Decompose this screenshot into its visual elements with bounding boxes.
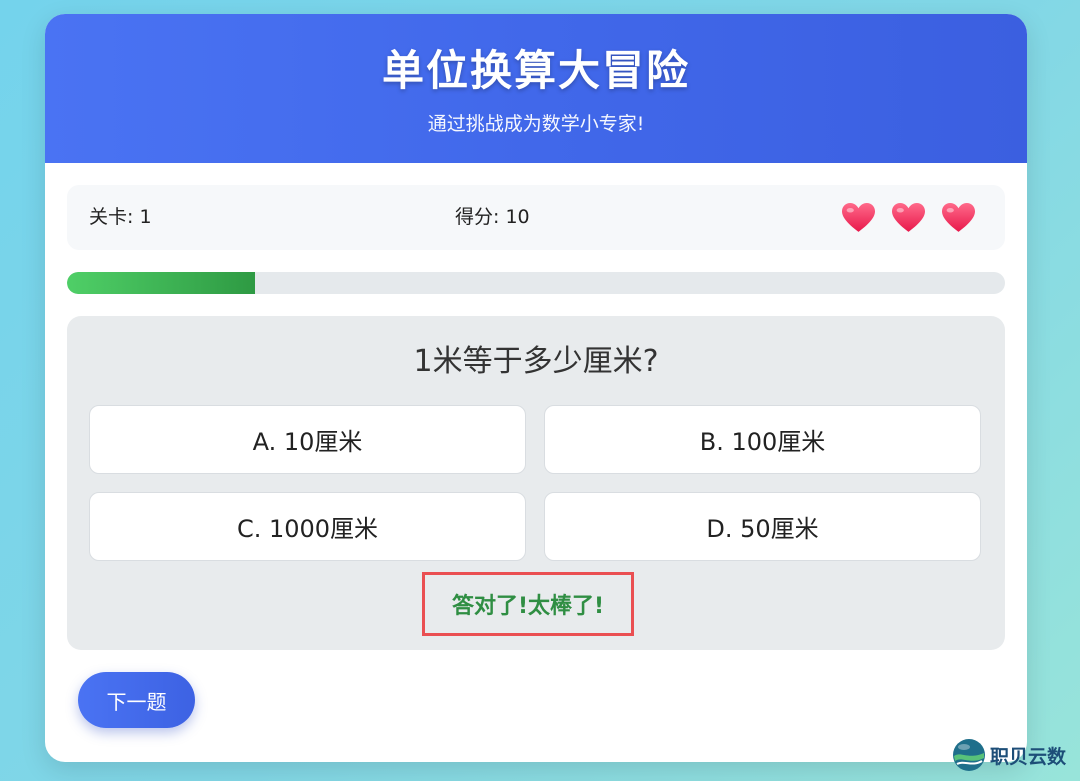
watermark: 职贝云数: [952, 738, 1066, 772]
option-c-button[interactable]: C. 1000厘米: [89, 492, 526, 561]
game-card: 单位换算大冒险 通过挑战成为数学小专家! 关卡: 1 得分: 10 1米等于多少…: [45, 14, 1027, 762]
question-text: 1米等于多少厘米?: [413, 344, 659, 379]
page-title: 单位换算大冒险: [381, 46, 690, 95]
option-b-button[interactable]: B. 100厘米: [544, 405, 981, 474]
next-question-button[interactable]: 下一题: [78, 672, 195, 728]
feedback-message: 答对了!太棒了!: [451, 594, 605, 619]
level-indicator: 关卡: 1: [89, 206, 152, 228]
score-indicator: 得分: 10: [455, 206, 530, 228]
question-panel: 1米等于多少厘米? A. 10厘米 B. 100厘米 C. 1000厘米 D. …: [67, 316, 1005, 650]
header: 单位换算大冒险 通过挑战成为数学小专家!: [45, 14, 1027, 163]
feedback-highlight: 答对了!太棒了!: [422, 572, 634, 636]
page-subtitle: 通过挑战成为数学小专家!: [427, 113, 645, 135]
heart-icon: [842, 203, 875, 232]
globe-logo-icon: [953, 739, 985, 771]
progress-fill: [67, 272, 255, 294]
lives-indicator: [842, 203, 975, 233]
stats-bar: 关卡: 1 得分: 10: [67, 185, 1005, 250]
option-d-button[interactable]: D. 50厘米: [544, 492, 981, 561]
watermark-text: 职贝云数: [990, 745, 1067, 768]
progress-bar: [67, 272, 1005, 294]
heart-icon: [892, 203, 925, 232]
heart-icon: [942, 203, 975, 232]
option-a-button[interactable]: A. 10厘米: [89, 405, 526, 474]
